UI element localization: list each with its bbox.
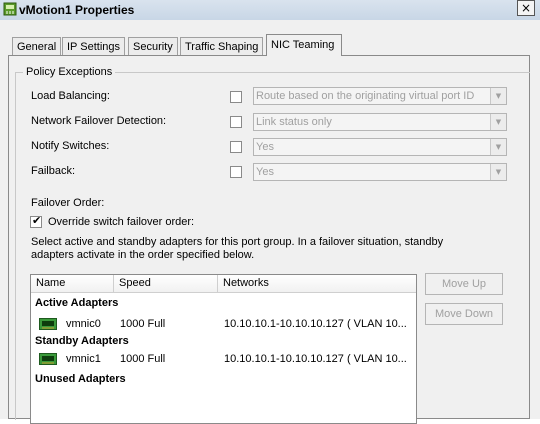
override-failover-label: Override switch failover order: (48, 216, 195, 228)
standby-adapters-label: Standby Adapters (35, 335, 129, 347)
notify-switches-value: Yes (256, 141, 274, 153)
nic-icon (39, 353, 57, 365)
close-button[interactable]: × (517, 0, 535, 16)
adapter-speed: 1000 Full (120, 318, 166, 330)
policy-exceptions-title: Policy Exceptions (23, 66, 116, 78)
failback-label: Failback: (31, 165, 76, 177)
active-adapters-label: Active Adapters (35, 297, 119, 309)
chevron-down-icon: ▼ (490, 164, 506, 180)
failover-description-line2: adapters activate in the order specified… (31, 249, 255, 261)
failback-select[interactable]: Yes ▼ (253, 163, 507, 181)
adapter-networks: 10.10.10.1-10.10.10.127 ( VLAN 10... (224, 353, 407, 365)
tab-general[interactable]: General (12, 37, 62, 55)
tab-nic-teaming[interactable]: NIC Teaming (266, 34, 342, 56)
chevron-down-icon: ▼ (490, 88, 506, 104)
adapter-list[interactable]: Name Speed Networks Active Adapters vmni… (30, 274, 417, 424)
failover-order-heading: Failover Order: (31, 197, 105, 209)
column-header-networks[interactable]: Networks (218, 275, 416, 293)
adapter-networks: 10.10.10.1-10.10.10.127 ( VLAN 10... (224, 318, 407, 330)
override-failover-checkbox[interactable] (30, 214, 42, 228)
load-balancing-checkbox[interactable] (230, 91, 242, 103)
load-balancing-value: Route based on the originating virtual p… (256, 90, 475, 102)
tab-security[interactable]: Security (128, 37, 178, 55)
chevron-down-icon: ▼ (490, 114, 506, 130)
failback-value: Yes (256, 166, 274, 178)
failover-detection-select[interactable]: Link status only ▼ (253, 113, 507, 131)
title-bar: vMotion1 Properties × (0, 0, 540, 21)
failover-detection-checkbox[interactable] (230, 116, 242, 128)
adapter-name: vmnic0 (66, 318, 101, 330)
adapter-name: vmnic1 (66, 353, 101, 365)
failback-checkbox[interactable] (230, 166, 242, 178)
nic-icon (39, 318, 57, 330)
notify-switches-label: Notify Switches: (31, 140, 110, 152)
failover-detection-label: Network Failover Detection: (31, 115, 167, 127)
column-header-speed[interactable]: Speed (114, 275, 218, 293)
tab-ip-settings[interactable]: IP Settings (62, 37, 125, 55)
notify-switches-checkbox[interactable] (230, 141, 242, 153)
failover-detection-value: Link status only (256, 116, 332, 128)
unused-adapters-label: Unused Adapters (35, 373, 126, 385)
load-balancing-select[interactable]: Route based on the originating virtual p… (253, 87, 507, 105)
load-balancing-label: Load Balancing: (31, 90, 110, 102)
column-header-name[interactable]: Name (31, 275, 114, 293)
tab-traffic-shaping[interactable]: Traffic Shaping (180, 37, 264, 55)
chevron-down-icon: ▼ (490, 139, 506, 155)
notify-switches-select[interactable]: Yes ▼ (253, 138, 507, 156)
move-down-button[interactable]: Move Down (425, 303, 503, 325)
adapter-speed: 1000 Full (120, 353, 166, 365)
window-title: vMotion1 Properties (19, 3, 135, 17)
network-icon (3, 2, 17, 16)
failover-description-line1: Select active and standby adapters for t… (31, 236, 444, 248)
move-up-button[interactable]: Move Up (425, 273, 503, 295)
